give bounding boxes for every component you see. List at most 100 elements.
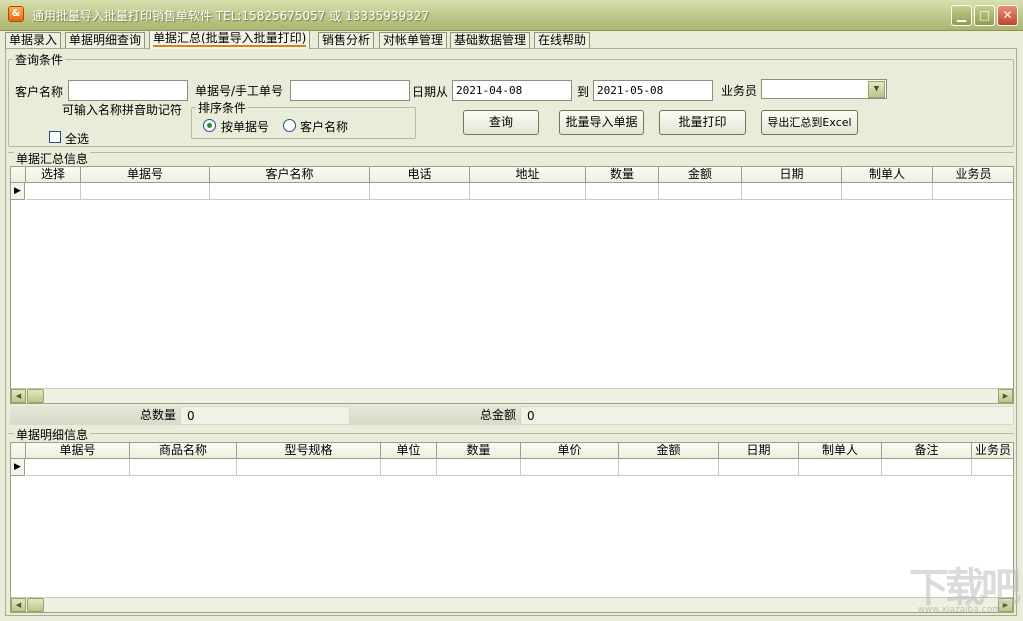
detail-col-unit-price[interactable]: 单价	[521, 443, 619, 459]
date-from-label: 日期从	[412, 85, 449, 99]
total-quantity-value: 0	[180, 406, 350, 425]
customer-hint-text: 可输入名称拼音助记符	[62, 103, 183, 117]
detail-col-unit[interactable]: 单位	[381, 443, 437, 459]
table-cell[interactable]	[26, 459, 130, 476]
query-conditions-legend: 查询条件	[15, 53, 64, 67]
table-cell[interactable]	[842, 183, 933, 200]
select-all-checkbox[interactable]	[49, 131, 61, 143]
title-bar: & 通用批量导入批量打印销售单软件 TEL:15825675057 或 1333…	[0, 0, 1023, 31]
tab-sales-analysis[interactable]: 销售分析	[318, 32, 375, 49]
total-amount-value: 0	[520, 406, 1014, 425]
date-from-input[interactable]: 2021-04-08	[452, 80, 572, 101]
query-button[interactable]: 查询	[463, 110, 539, 135]
tab-online-help[interactable]: 在线帮助	[534, 32, 591, 49]
batch-import-button[interactable]: 批量导入单据	[559, 110, 644, 135]
summary-row-indicator: ▶	[11, 183, 25, 200]
table-cell[interactable]	[470, 183, 586, 200]
close-button[interactable]: ✕	[997, 5, 1018, 26]
table-cell[interactable]	[130, 459, 237, 476]
detail-col-salesman[interactable]: 业务员	[972, 443, 1013, 459]
date-to-input[interactable]: 2021-05-08	[593, 80, 713, 101]
detail-col-date[interactable]: 日期	[719, 443, 799, 459]
table-cell[interactable]	[719, 459, 799, 476]
scroll-thumb[interactable]	[27, 598, 44, 612]
scroll-right-icon[interactable]: ▶	[998, 389, 1013, 403]
summary-col-phone[interactable]: 电话	[370, 167, 470, 183]
summary-col-quantity[interactable]: 数量	[586, 167, 659, 183]
table-cell[interactable]	[521, 459, 619, 476]
batch-print-button[interactable]: 批量打印	[659, 110, 746, 135]
detail-col-doc-number[interactable]: 单据号	[26, 443, 130, 459]
detail-horizontal-scrollbar[interactable]: ◀ ▶	[11, 597, 1013, 612]
summary-col-customer-name[interactable]: 客户名称	[210, 167, 370, 183]
detail-row-header-corner	[11, 443, 26, 459]
sort-by-customer-label: 客户名称	[300, 120, 349, 134]
table-cell[interactable]	[586, 183, 659, 200]
summary-divider	[8, 152, 1014, 153]
totals-bar: 总数量 0 总金额 0	[10, 406, 1014, 425]
tab-doc-entry[interactable]: 单据录入	[5, 32, 62, 49]
sort-by-customer-radio[interactable]	[283, 119, 296, 132]
chevron-down-icon[interactable]: ▼	[868, 81, 885, 98]
summary-col-amount[interactable]: 金额	[659, 167, 742, 183]
summary-row-header-corner	[11, 167, 26, 183]
tab-doc-summary[interactable]: 单据汇总(批量导入批量打印)	[149, 30, 311, 49]
detail-col-model-spec[interactable]: 型号规格	[237, 443, 381, 459]
detail-divider	[8, 433, 1014, 434]
table-cell[interactable]	[882, 459, 972, 476]
select-all-label: 全选	[65, 132, 90, 146]
watermark-url: www.xiazaiba.com	[917, 605, 1001, 615]
export-excel-button[interactable]: 导出汇总到Excel	[761, 110, 858, 135]
salesman-select[interactable]: ▼	[761, 79, 887, 99]
date-to-label: 到	[577, 85, 590, 99]
main-panel: 查询条件 客户名称 可输入名称拼音助记符 全选 单据号/手工单号 日期从 202…	[5, 48, 1017, 616]
table-cell[interactable]	[237, 459, 381, 476]
summary-col-select[interactable]: 选择	[26, 167, 81, 183]
sort-conditions-legend: 排序条件	[198, 101, 247, 115]
detail-col-remarks[interactable]: 备注	[882, 443, 972, 459]
app-icon: &	[8, 6, 24, 22]
customer-name-label: 客户名称	[15, 85, 64, 99]
tab-basic-data-management[interactable]: 基础数据管理	[450, 32, 531, 49]
summary-col-doc-number[interactable]: 单据号	[81, 167, 210, 183]
table-cell[interactable]	[742, 183, 842, 200]
summary-col-creator[interactable]: 制单人	[842, 167, 933, 183]
detail-col-quantity[interactable]: 数量	[437, 443, 521, 459]
table-cell[interactable]	[659, 183, 742, 200]
total-amount-label: 总金额	[350, 406, 520, 425]
table-cell[interactable]	[381, 459, 437, 476]
table-cell[interactable]	[370, 183, 470, 200]
doc-number-input[interactable]	[290, 80, 410, 101]
detail-grid[interactable]: 单据号 商品名称 型号规格 单位 数量 单价 金额 日期 制单人 备注 业务员 …	[10, 442, 1014, 613]
summary-col-address[interactable]: 地址	[470, 167, 586, 183]
tab-statement-management[interactable]: 对帐单管理	[379, 32, 448, 49]
scroll-left-icon[interactable]: ◀	[11, 598, 26, 612]
doc-number-label: 单据号/手工单号	[195, 84, 284, 98]
tab-doc-detail-query[interactable]: 单据明细查询	[65, 32, 146, 49]
table-cell[interactable]	[437, 459, 521, 476]
detail-col-amount[interactable]: 金额	[619, 443, 719, 459]
summary-col-date[interactable]: 日期	[742, 167, 842, 183]
summary-section-title: 单据汇总信息	[14, 150, 91, 167]
table-cell[interactable]	[81, 183, 210, 200]
minimize-button[interactable]: ▁	[951, 5, 972, 26]
scroll-thumb[interactable]	[27, 389, 44, 403]
scroll-left-icon[interactable]: ◀	[11, 389, 26, 403]
table-cell[interactable]	[972, 459, 1013, 476]
detail-section-title: 单据明细信息	[14, 426, 91, 443]
sort-by-doc-number-radio[interactable]	[203, 119, 216, 132]
summary-horizontal-scrollbar[interactable]: ◀ ▶	[11, 388, 1013, 403]
table-cell[interactable]	[933, 183, 1013, 200]
table-cell[interactable]	[619, 459, 719, 476]
summary-grid[interactable]: 选择 单据号 客户名称 电话 地址 数量 金额 日期 制单人 业务员 ▶ ◀ ▶	[10, 166, 1014, 404]
summary-col-salesman[interactable]: 业务员	[933, 167, 1013, 183]
customer-name-input[interactable]	[68, 80, 188, 101]
table-cell[interactable]	[210, 183, 370, 200]
detail-col-product-name[interactable]: 商品名称	[130, 443, 237, 459]
detail-row-indicator: ▶	[11, 459, 25, 476]
maximize-button[interactable]: □	[974, 5, 995, 26]
table-cell[interactable]	[26, 183, 81, 200]
detail-col-creator[interactable]: 制单人	[799, 443, 882, 459]
table-cell[interactable]	[799, 459, 882, 476]
sort-by-doc-number-label: 按单据号	[221, 120, 270, 134]
